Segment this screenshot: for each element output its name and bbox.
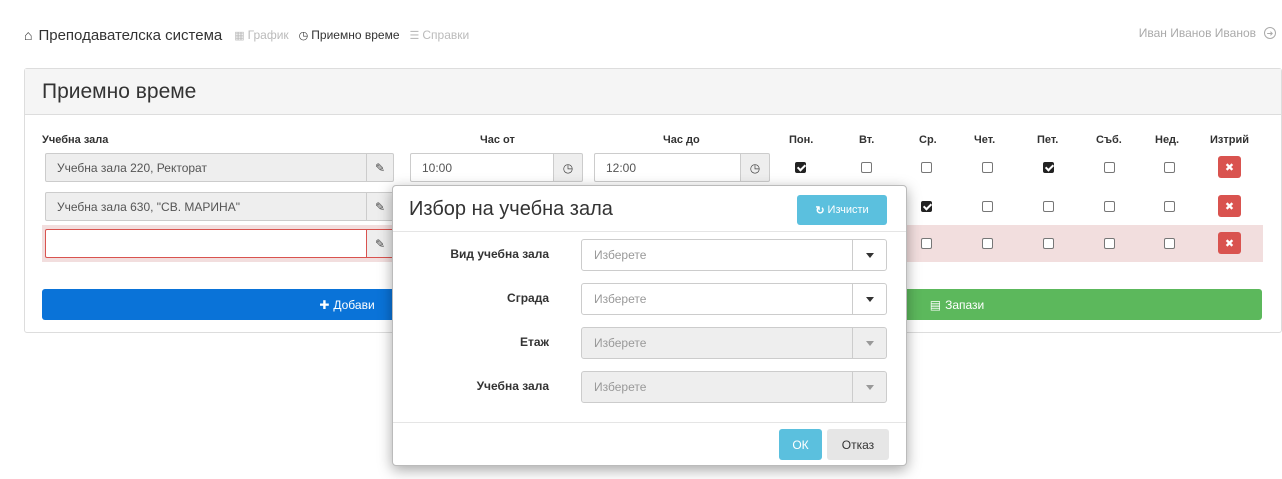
checkbox-thu[interactable]: [982, 238, 993, 249]
header-day-sat: Съб.: [1096, 134, 1122, 146]
clock-icon[interactable]: ◷: [553, 153, 583, 182]
save-icon: ▤: [929, 297, 942, 312]
floor-select: Изберете: [581, 327, 887, 359]
header-day-mon: Пон.: [789, 134, 814, 146]
clock-icon[interactable]: ◷: [740, 153, 770, 182]
delete-button[interactable]: ✖: [1218, 156, 1241, 178]
pencil-icon[interactable]: ✎: [366, 192, 394, 221]
user-name: Иван Иванов Иванов: [1138, 26, 1256, 40]
header-day-sun: Нед.: [1155, 134, 1180, 146]
time-to-field[interactable]: 12:00: [594, 153, 741, 182]
pencil-icon[interactable]: ✎: [366, 229, 394, 258]
checkbox-sun[interactable]: [1164, 238, 1175, 249]
room-select: Изберете: [581, 371, 887, 403]
building-placeholder: Изберете: [594, 292, 647, 306]
nav-link-reports[interactable]: ☰ Справки: [410, 28, 470, 42]
brand-link[interactable]: ⌂ Преподавателска система: [24, 27, 222, 44]
room-type-select[interactable]: Изберете: [581, 239, 887, 271]
checkbox-wed[interactable]: [921, 238, 932, 249]
checkbox-sat[interactable]: [1104, 162, 1115, 173]
header-to: Час до: [663, 134, 700, 146]
nav-link-schedule[interactable]: ▦ График: [234, 28, 288, 42]
clear-button[interactable]: ↻ Изчисти: [797, 195, 887, 225]
checkbox-fri[interactable]: [1043, 238, 1054, 249]
user-menu[interactable]: Иван Иванов Иванов ➜: [1139, 26, 1276, 40]
modal-header: Избор на учебна зала ↻ Изчисти: [393, 186, 906, 232]
calendar-icon: ▦: [234, 29, 245, 42]
floor-label: Етаж: [519, 335, 549, 349]
room-field[interactable]: [45, 229, 367, 258]
checkbox-mon[interactable]: [795, 162, 806, 173]
header-from: Час от: [480, 134, 515, 146]
add-button-label: Добави: [333, 297, 375, 312]
room-type-placeholder: Изберете: [594, 248, 647, 262]
room-type-label: Вид учебна зала: [450, 247, 549, 261]
checkbox-sun[interactable]: [1164, 162, 1175, 173]
room-picker-modal: Избор на учебна зала ↻ Изчисти Вид учебн…: [392, 185, 907, 466]
nav-link-office-hours[interactable]: ◷ Приемно време: [299, 28, 400, 42]
pencil-icon[interactable]: ✎: [366, 153, 394, 182]
ok-button[interactable]: ОК: [779, 429, 822, 460]
clock-icon: ◷: [298, 29, 309, 42]
time-from-field[interactable]: 10:00: [410, 153, 554, 182]
checkbox-fri[interactable]: [1043, 162, 1054, 173]
chevron-down-icon: [852, 284, 886, 314]
checkbox-wed[interactable]: [921, 162, 932, 173]
room-label: Учебна зала: [476, 379, 549, 393]
panel-heading: Приемно време: [25, 69, 1281, 115]
clear-button-label: Изчисти: [827, 204, 869, 216]
building-label: Сграда: [507, 291, 549, 305]
checkbox-thu[interactable]: [982, 162, 993, 173]
room-placeholder: Изберете: [594, 380, 647, 394]
header-day-wed: Ср.: [919, 134, 937, 146]
checkbox-tue[interactable]: [861, 162, 872, 173]
trash-icon: ✖: [1224, 200, 1235, 213]
modal-footer: ОК Отказ: [393, 422, 906, 467]
save-button-label: Запази: [945, 297, 985, 312]
header-room: Учебна зала: [42, 134, 109, 146]
building-select[interactable]: Изберете: [581, 283, 887, 315]
header-day-thu: Чет.: [974, 134, 996, 146]
header-day-tue: Вт.: [859, 134, 875, 146]
logout-icon[interactable]: ➜: [1264, 27, 1276, 39]
cancel-button[interactable]: Отказ: [827, 429, 889, 460]
checkbox-thu[interactable]: [982, 201, 993, 212]
page-title: Приемно време: [42, 79, 197, 103]
header-delete: Изтрий: [1210, 134, 1250, 146]
header-day-fri: Пет.: [1037, 134, 1059, 146]
modal-title: Избор на учебна зала: [409, 198, 613, 220]
room-field[interactable]: Учебна зала 220, Ректорат: [45, 153, 367, 182]
brand-label: Преподавателска система: [38, 26, 223, 44]
checkbox-sun[interactable]: [1164, 201, 1175, 212]
plus-icon: ✚: [319, 297, 330, 312]
delete-button[interactable]: ✖: [1218, 195, 1241, 217]
chevron-down-icon: [852, 372, 886, 402]
checkbox-sat[interactable]: [1104, 238, 1115, 249]
refresh-icon: ↻: [815, 204, 825, 217]
delete-button[interactable]: ✖: [1218, 232, 1241, 254]
home-icon: ⌂: [24, 27, 33, 43]
checkbox-sat[interactable]: [1104, 201, 1115, 212]
checkbox-fri[interactable]: [1043, 201, 1054, 212]
chevron-down-icon: [852, 328, 886, 358]
nav-link-office-hours-label: Приемно време: [311, 28, 400, 42]
floor-placeholder: Изберете: [594, 336, 647, 350]
top-navbar: ⌂ Преподавателска система ▦ График ◷ При…: [24, 18, 1282, 52]
trash-icon: ✖: [1224, 161, 1235, 174]
list-icon: ☰: [409, 29, 420, 42]
room-field[interactable]: Учебна зала 630, "СВ. МАРИНА": [45, 192, 367, 221]
checkbox-wed[interactable]: [921, 201, 932, 212]
nav-link-schedule-label: График: [247, 28, 289, 42]
trash-icon: ✖: [1224, 237, 1235, 250]
chevron-down-icon: [852, 240, 886, 270]
nav-link-reports-label: Справки: [422, 28, 470, 42]
